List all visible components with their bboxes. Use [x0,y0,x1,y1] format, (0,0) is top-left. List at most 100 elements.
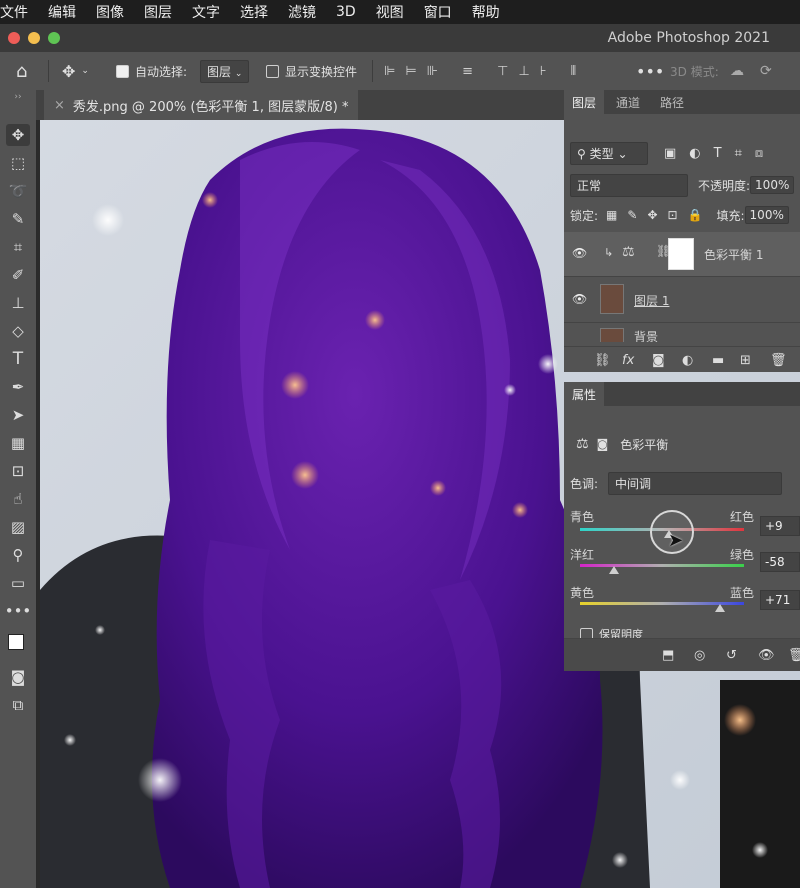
auto-select-label: 自动选择: [135,64,188,79]
mouse-pointer-icon: ➤ [668,530,684,551]
collapse-toolbar-icon[interactable]: ›› [6,92,30,102]
quick-mask-icon[interactable]: ◙ [6,666,30,688]
tone-dropdown[interactable]: 中间调 [608,471,783,495]
layer-row-color-balance[interactable]: 👁 ↳ ⚖ ⛓ 色彩平衡 1 [564,232,800,277]
layer-row-background[interactable]: 背景 [564,324,800,342]
gradient-tool-icon[interactable]: ▨ [6,516,30,538]
menu-type[interactable]: 文字 [192,2,220,22]
fill-field[interactable]: 100% [744,206,789,224]
move-tool-preset-icon[interactable]: ✥ ⌄ [62,52,89,90]
document-tab[interactable]: × 秀发.png @ 200% (色彩平衡 1, 图层蒙版/8) * [44,90,359,120]
layer-filter-icons[interactable]: ▣◐T⌗⧈ [664,146,776,161]
align-icons[interactable]: ⊫⊨⊪ ≡ ⊤⊥⊦ ⫴ [384,52,586,90]
tab-properties[interactable]: 属性 [564,382,605,406]
brush-tool-icon[interactable]: ✐ [6,264,30,286]
bandage-tool-icon[interactable]: ▦ [6,432,30,454]
auto-select-dropdown[interactable]: 图层 ⌄ [200,52,250,90]
auto-select-checkbox[interactable] [116,64,129,78]
path-select-tool-icon[interactable]: ➤ [6,404,30,426]
menu-help[interactable]: 帮助 [472,2,500,22]
3d-rotate-icon[interactable]: ⟳ [760,52,772,90]
tab-layers[interactable]: 图层 [564,90,605,114]
home-icon[interactable]: ⌂ [16,52,27,90]
eraser-tool-icon[interactable]: ◇ [6,320,30,342]
screen-mode-icon[interactable]: ⧉ [6,694,30,716]
lock-icons[interactable]: ▦✎✥⊡🔒 [606,208,712,222]
menu-select[interactable]: 选择 [240,2,268,22]
show-transform-group[interactable]: 显示变换控件 [266,52,357,90]
foreground-color-swatch[interactable] [8,634,24,650]
smudge-tool-icon[interactable]: ☝ [6,488,30,510]
opacity-label: 不透明度: [698,178,751,193]
visibility-eye-icon[interactable]: 👁 [758,648,775,663]
menu-layer[interactable]: 图层 [144,2,172,22]
menu-image[interactable]: 图像 [96,2,124,22]
type-tool-icon[interactable]: T [6,348,30,370]
more-options-icon[interactable]: ••• [636,52,664,90]
minimize-window-button[interactable] [28,32,40,44]
lock-fill-row: 锁定: ▦✎✥⊡🔒 填充: 100% [564,204,800,226]
move-tool-icon[interactable]: ✥ [6,124,30,146]
rectangle-tool-icon[interactable]: ▭ [6,572,30,594]
visibility-eye-icon[interactable]: 👁 [572,246,587,260]
more-tools-icon[interactable]: ••• [5,600,32,622]
mask-icon[interactable]: ◙ [597,437,609,451]
clip-to-layer-icon[interactable]: ⬒ [662,648,674,663]
delete-layer-icon[interactable]: 🗑 [770,353,787,368]
close-window-button[interactable] [8,32,20,44]
menu-view[interactable]: 视图 [376,2,404,22]
quick-select-tool-icon[interactable]: ✎ [6,208,30,230]
tone-label: 色调: [570,476,599,491]
yellow-blue-value-field[interactable]: +71 [760,590,800,610]
menu-file[interactable]: 文件 [0,2,28,22]
add-mask-icon[interactable]: ◙ [652,353,665,368]
new-layer-icon[interactable]: ⊞ [740,353,751,368]
magenta-green-knob[interactable] [609,566,620,574]
balance-scale-icon: ⚖ [576,436,589,452]
layer-filter-dropdown[interactable]: ⚲ 类型 ⌄ [570,141,648,165]
yellow-blue-knob[interactable] [715,604,726,612]
blend-mode-dropdown[interactable]: 正常 [570,173,688,197]
tab-paths[interactable]: 路径 [660,90,684,114]
pen-tool-icon[interactable]: ✒ [6,376,30,398]
layer-name-background: 背景 [634,330,659,342]
reset-icon[interactable]: ↺ [726,648,737,663]
3d-orbit-icon[interactable]: ☁ [730,52,744,90]
fill-label: 填充: [716,208,745,223]
crop-tool-icon[interactable]: ⌗ [6,236,30,258]
show-transform-checkbox[interactable] [266,64,279,78]
layer-mask-thumbnail[interactable] [668,238,694,270]
zoom-window-button[interactable] [48,32,60,44]
visibility-eye-icon[interactable]: 👁 [572,292,587,306]
view-previous-icon[interactable]: ◎ [694,648,705,663]
adjustment-header: ⚖ ◙ 色彩平衡 [564,432,800,456]
fx-icon[interactable]: fx [622,353,634,368]
menu-filter[interactable]: 滤镜 [288,2,316,22]
menu-3d[interactable]: 3D [336,4,356,20]
delete-adjustment-icon[interactable]: 🗑 [788,648,800,663]
layer-filter-value: 类型 [589,146,614,161]
group-folder-icon[interactable]: ▬ [712,353,724,368]
magenta-green-value-field[interactable]: -58 [760,552,800,572]
lasso-tool-icon[interactable]: ➰ [6,180,30,202]
tab-channels[interactable]: 通道 [616,90,640,114]
opacity-field[interactable]: 100% [750,176,795,194]
link-layers-icon[interactable]: ⛓ [594,353,611,368]
stamp-tool-icon[interactable]: ⊥ [6,292,30,314]
menu-edit[interactable]: 编辑 [48,2,76,22]
dodge-tool-icon[interactable]: ⚲ [6,544,30,566]
menu-window[interactable]: 窗口 [424,2,452,22]
layer-name-color-balance: 色彩平衡 1 [704,248,764,262]
3d-mode-label: 3D 模式: [670,64,719,79]
auto-select-checkbox-group[interactable]: 自动选择: [116,52,187,90]
crop-alt-tool-icon[interactable]: ⊡ [6,460,30,482]
close-tab-icon[interactable]: × [54,98,65,113]
magenta-green-track[interactable] [580,564,744,567]
layer-filter-row: ⚲ 类型 ⌄ ▣◐T⌗⧈ [564,141,800,165]
magenta-green-slider-group: 洋红 绿色 -58 [564,546,800,586]
properties-bottom-bar: ⬒ ◎ ↺ 👁 🗑 [564,638,800,671]
layer-row-layer1[interactable]: 👁 图层 1 [564,278,800,323]
cyan-red-value-field[interactable]: +9 [760,516,800,536]
adjustment-layer-icon[interactable]: ◐ [682,353,693,368]
marquee-tool-icon[interactable]: ⬚ [6,152,30,174]
